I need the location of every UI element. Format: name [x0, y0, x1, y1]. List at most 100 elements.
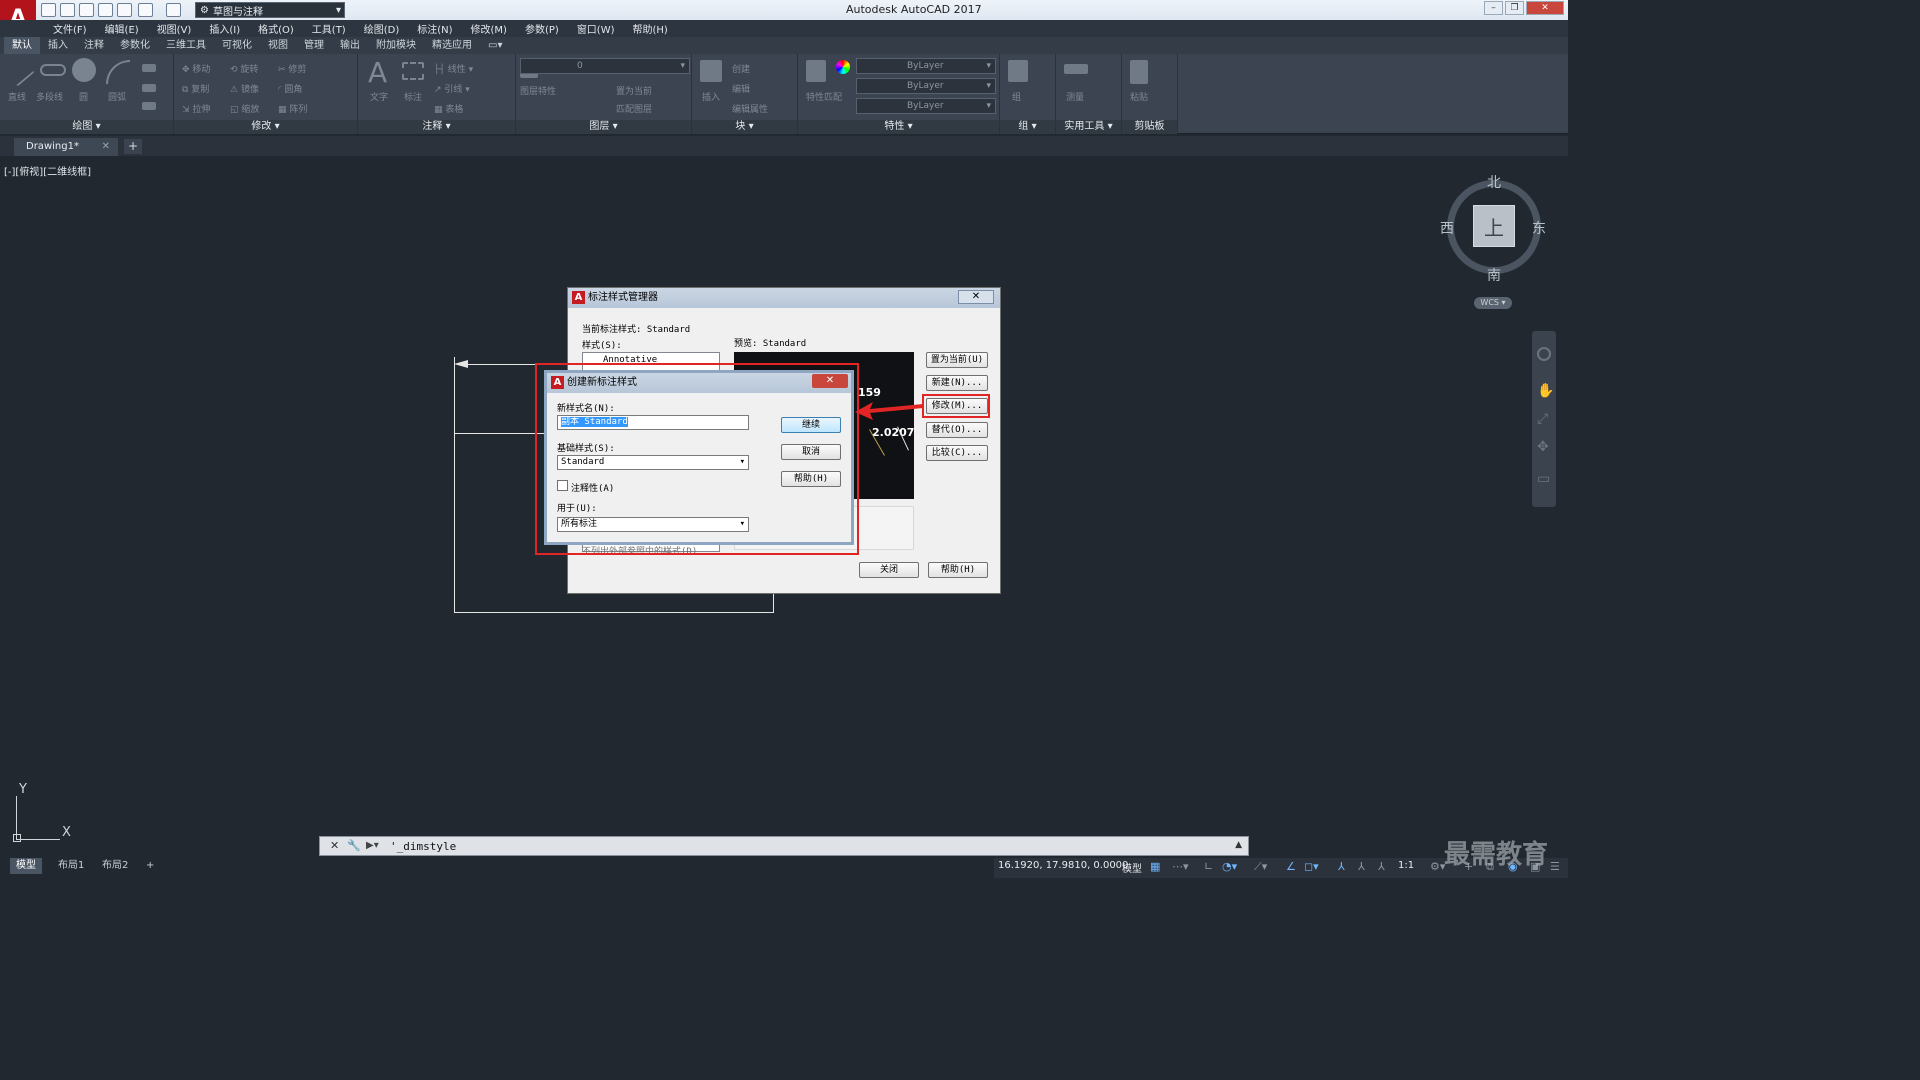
- clipboard-panel-label[interactable]: 剪贴板: [1122, 120, 1177, 134]
- compass-south[interactable]: 南: [1487, 265, 1501, 285]
- tool-fillet[interactable]: ◜ 圆角: [278, 82, 302, 95]
- lineweight-dropdown[interactable]: ByLayer ▾: [856, 98, 996, 114]
- restore-button[interactable]: ❐: [1505, 1, 1524, 15]
- new-style-name-input[interactable]: 副本 Standard: [557, 415, 749, 430]
- utilities-panel-label[interactable]: 实用工具 ▾: [1056, 120, 1121, 134]
- hatch-icon[interactable]: [142, 84, 156, 92]
- region-icon[interactable]: [142, 102, 156, 110]
- menu-format[interactable]: 格式(O): [249, 21, 303, 36]
- zoom-icon[interactable]: ⤢: [1537, 411, 1548, 427]
- new-dimstyle-titlebar[interactable]: A 创建新标注样式 ✕: [547, 373, 851, 393]
- navigation-bar[interactable]: ✋ ⤢ ✥ ▭: [1532, 331, 1556, 507]
- object-snap-tracking-icon[interactable]: ∠: [1286, 860, 1296, 873]
- menu-help[interactable]: 帮助(H): [624, 21, 677, 36]
- annotation-scale[interactable]: 1:1: [1398, 860, 1414, 871]
- group-icon[interactable]: [1008, 60, 1028, 82]
- open-file-icon[interactable]: [60, 3, 75, 17]
- menu-file[interactable]: 文件(F): [44, 21, 96, 36]
- polyline-icon[interactable]: [40, 64, 66, 76]
- tool-match-layer[interactable]: 匹配图层: [616, 102, 652, 115]
- tab-parametric[interactable]: 参数化: [112, 37, 158, 54]
- menu-view[interactable]: 视图(V): [148, 21, 201, 36]
- tool-stretch[interactable]: ⇲ 拉伸: [182, 102, 210, 115]
- dialog-close-button[interactable]: ✕: [812, 374, 848, 388]
- close-window-button[interactable]: ✕: [1526, 1, 1564, 15]
- measure-icon[interactable]: [1064, 64, 1088, 74]
- linetype-dropdown[interactable]: ByLayer ▾: [856, 78, 996, 94]
- tool-paste[interactable]: 粘贴: [1130, 90, 1148, 103]
- tool-insert[interactable]: 插入: [702, 90, 720, 103]
- tool-match-properties[interactable]: 特性匹配: [806, 90, 842, 103]
- snap-icon[interactable]: ⋯▾: [1172, 860, 1189, 873]
- draw-panel-label[interactable]: 绘图 ▾: [0, 120, 173, 134]
- tab-layout2[interactable]: 布局2: [96, 858, 134, 874]
- circle-icon[interactable]: [72, 58, 96, 82]
- override-style-button[interactable]: 替代(O)...: [926, 422, 988, 438]
- menu-parametric[interactable]: 参数(P): [516, 21, 568, 36]
- tab-insert[interactable]: 插入: [40, 37, 76, 54]
- ortho-icon[interactable]: ∟: [1204, 860, 1213, 873]
- tab-visualize[interactable]: 可视化: [214, 37, 260, 54]
- tab-3d-tools[interactable]: 三维工具: [158, 37, 214, 54]
- tool-trim[interactable]: ✂ 修剪: [278, 62, 306, 75]
- workspace-selector[interactable]: ⚙ 草图与注释 ▾: [195, 2, 345, 18]
- print-icon[interactable]: [117, 3, 132, 17]
- dimstyle-manager-titlebar[interactable]: A 标注样式管理器 ✕: [568, 288, 1000, 308]
- menu-edit[interactable]: 编辑(E): [96, 21, 148, 36]
- viewport-controls[interactable]: [-][俯视][二维线框]: [4, 163, 91, 178]
- set-current-button[interactable]: 置为当前(U): [926, 352, 988, 368]
- annotation-panel-label[interactable]: 注释 ▾: [358, 120, 515, 134]
- help-button[interactable]: 帮助(H): [781, 471, 841, 487]
- color-dropdown[interactable]: ByLayer ▾: [856, 58, 996, 74]
- save-icon[interactable]: [79, 3, 94, 17]
- redo-icon[interactable]: [166, 3, 181, 17]
- tool-array[interactable]: ▦ 阵列: [278, 102, 307, 115]
- tab-model[interactable]: 模型: [10, 858, 42, 874]
- paste-icon[interactable]: [1130, 60, 1148, 84]
- layers-panel-label[interactable]: 图层 ▾: [516, 120, 691, 134]
- tab-view[interactable]: 视图: [260, 37, 296, 54]
- viewcube-face[interactable]: 上: [1473, 205, 1515, 247]
- tool-arc[interactable]: 圆弧: [108, 90, 126, 103]
- continue-button[interactable]: 继续: [781, 417, 841, 433]
- groups-panel-label[interactable]: 组 ▾: [1000, 120, 1055, 134]
- menu-modify[interactable]: 修改(M): [462, 21, 516, 36]
- tool-polyline[interactable]: 多段线: [36, 90, 63, 103]
- tool-create[interactable]: 创建: [732, 62, 750, 75]
- pan-icon[interactable]: ✋: [1537, 383, 1554, 399]
- tool-leader[interactable]: ↗ 引线 ▾: [434, 82, 470, 95]
- arc-icon[interactable]: [106, 60, 130, 84]
- line-icon[interactable]: [3, 55, 35, 87]
- rectangle-icon[interactable]: [142, 64, 156, 72]
- wcs-menu[interactable]: WCS ▾: [1474, 297, 1512, 309]
- command-line[interactable]: ✕ 🔧 ▶▾ '_dimstyle ▲: [319, 836, 1249, 856]
- help-button[interactable]: 帮助(H): [928, 562, 988, 578]
- customization-menu-icon[interactable]: ☰: [1550, 860, 1560, 873]
- close-icon[interactable]: ✕: [330, 839, 339, 852]
- tool-linear[interactable]: ├┤ 线性 ▾: [434, 62, 473, 75]
- tab-addins[interactable]: 附加模块: [368, 37, 424, 54]
- use-for-select[interactable]: 所有标注 ▾: [557, 517, 749, 532]
- match-properties-icon[interactable]: [806, 60, 826, 82]
- video-icon[interactable]: ▭▾: [480, 37, 510, 54]
- document-tab[interactable]: Drawing1* ✕: [14, 138, 118, 156]
- cancel-button[interactable]: 取消: [781, 444, 841, 460]
- menu-window[interactable]: 窗口(W): [568, 21, 624, 36]
- tab-annotate[interactable]: 注释: [76, 37, 112, 54]
- new-file-icon[interactable]: [41, 3, 56, 17]
- wrench-icon[interactable]: 🔧: [347, 839, 361, 852]
- steering-wheel-icon[interactable]: [1537, 347, 1551, 361]
- tool-edit[interactable]: 编辑: [732, 82, 750, 95]
- tool-copy[interactable]: ⧉ 复制: [182, 82, 209, 95]
- close-tab-icon[interactable]: ✕: [102, 138, 110, 156]
- dimension-icon[interactable]: [402, 62, 424, 80]
- undo-icon[interactable]: [138, 3, 153, 17]
- base-style-select[interactable]: Standard ▾: [557, 455, 749, 470]
- menu-insert[interactable]: 插入(I): [200, 21, 249, 36]
- orbit-icon[interactable]: ✥: [1537, 439, 1549, 455]
- block-panel-label[interactable]: 块 ▾: [692, 120, 797, 134]
- isodraft-icon[interactable]: ⟋▾: [1254, 860, 1267, 874]
- close-button[interactable]: 关闭: [859, 562, 919, 578]
- tool-measure[interactable]: 测量: [1066, 90, 1084, 103]
- model-space-toggle[interactable]: 模型: [1122, 860, 1142, 875]
